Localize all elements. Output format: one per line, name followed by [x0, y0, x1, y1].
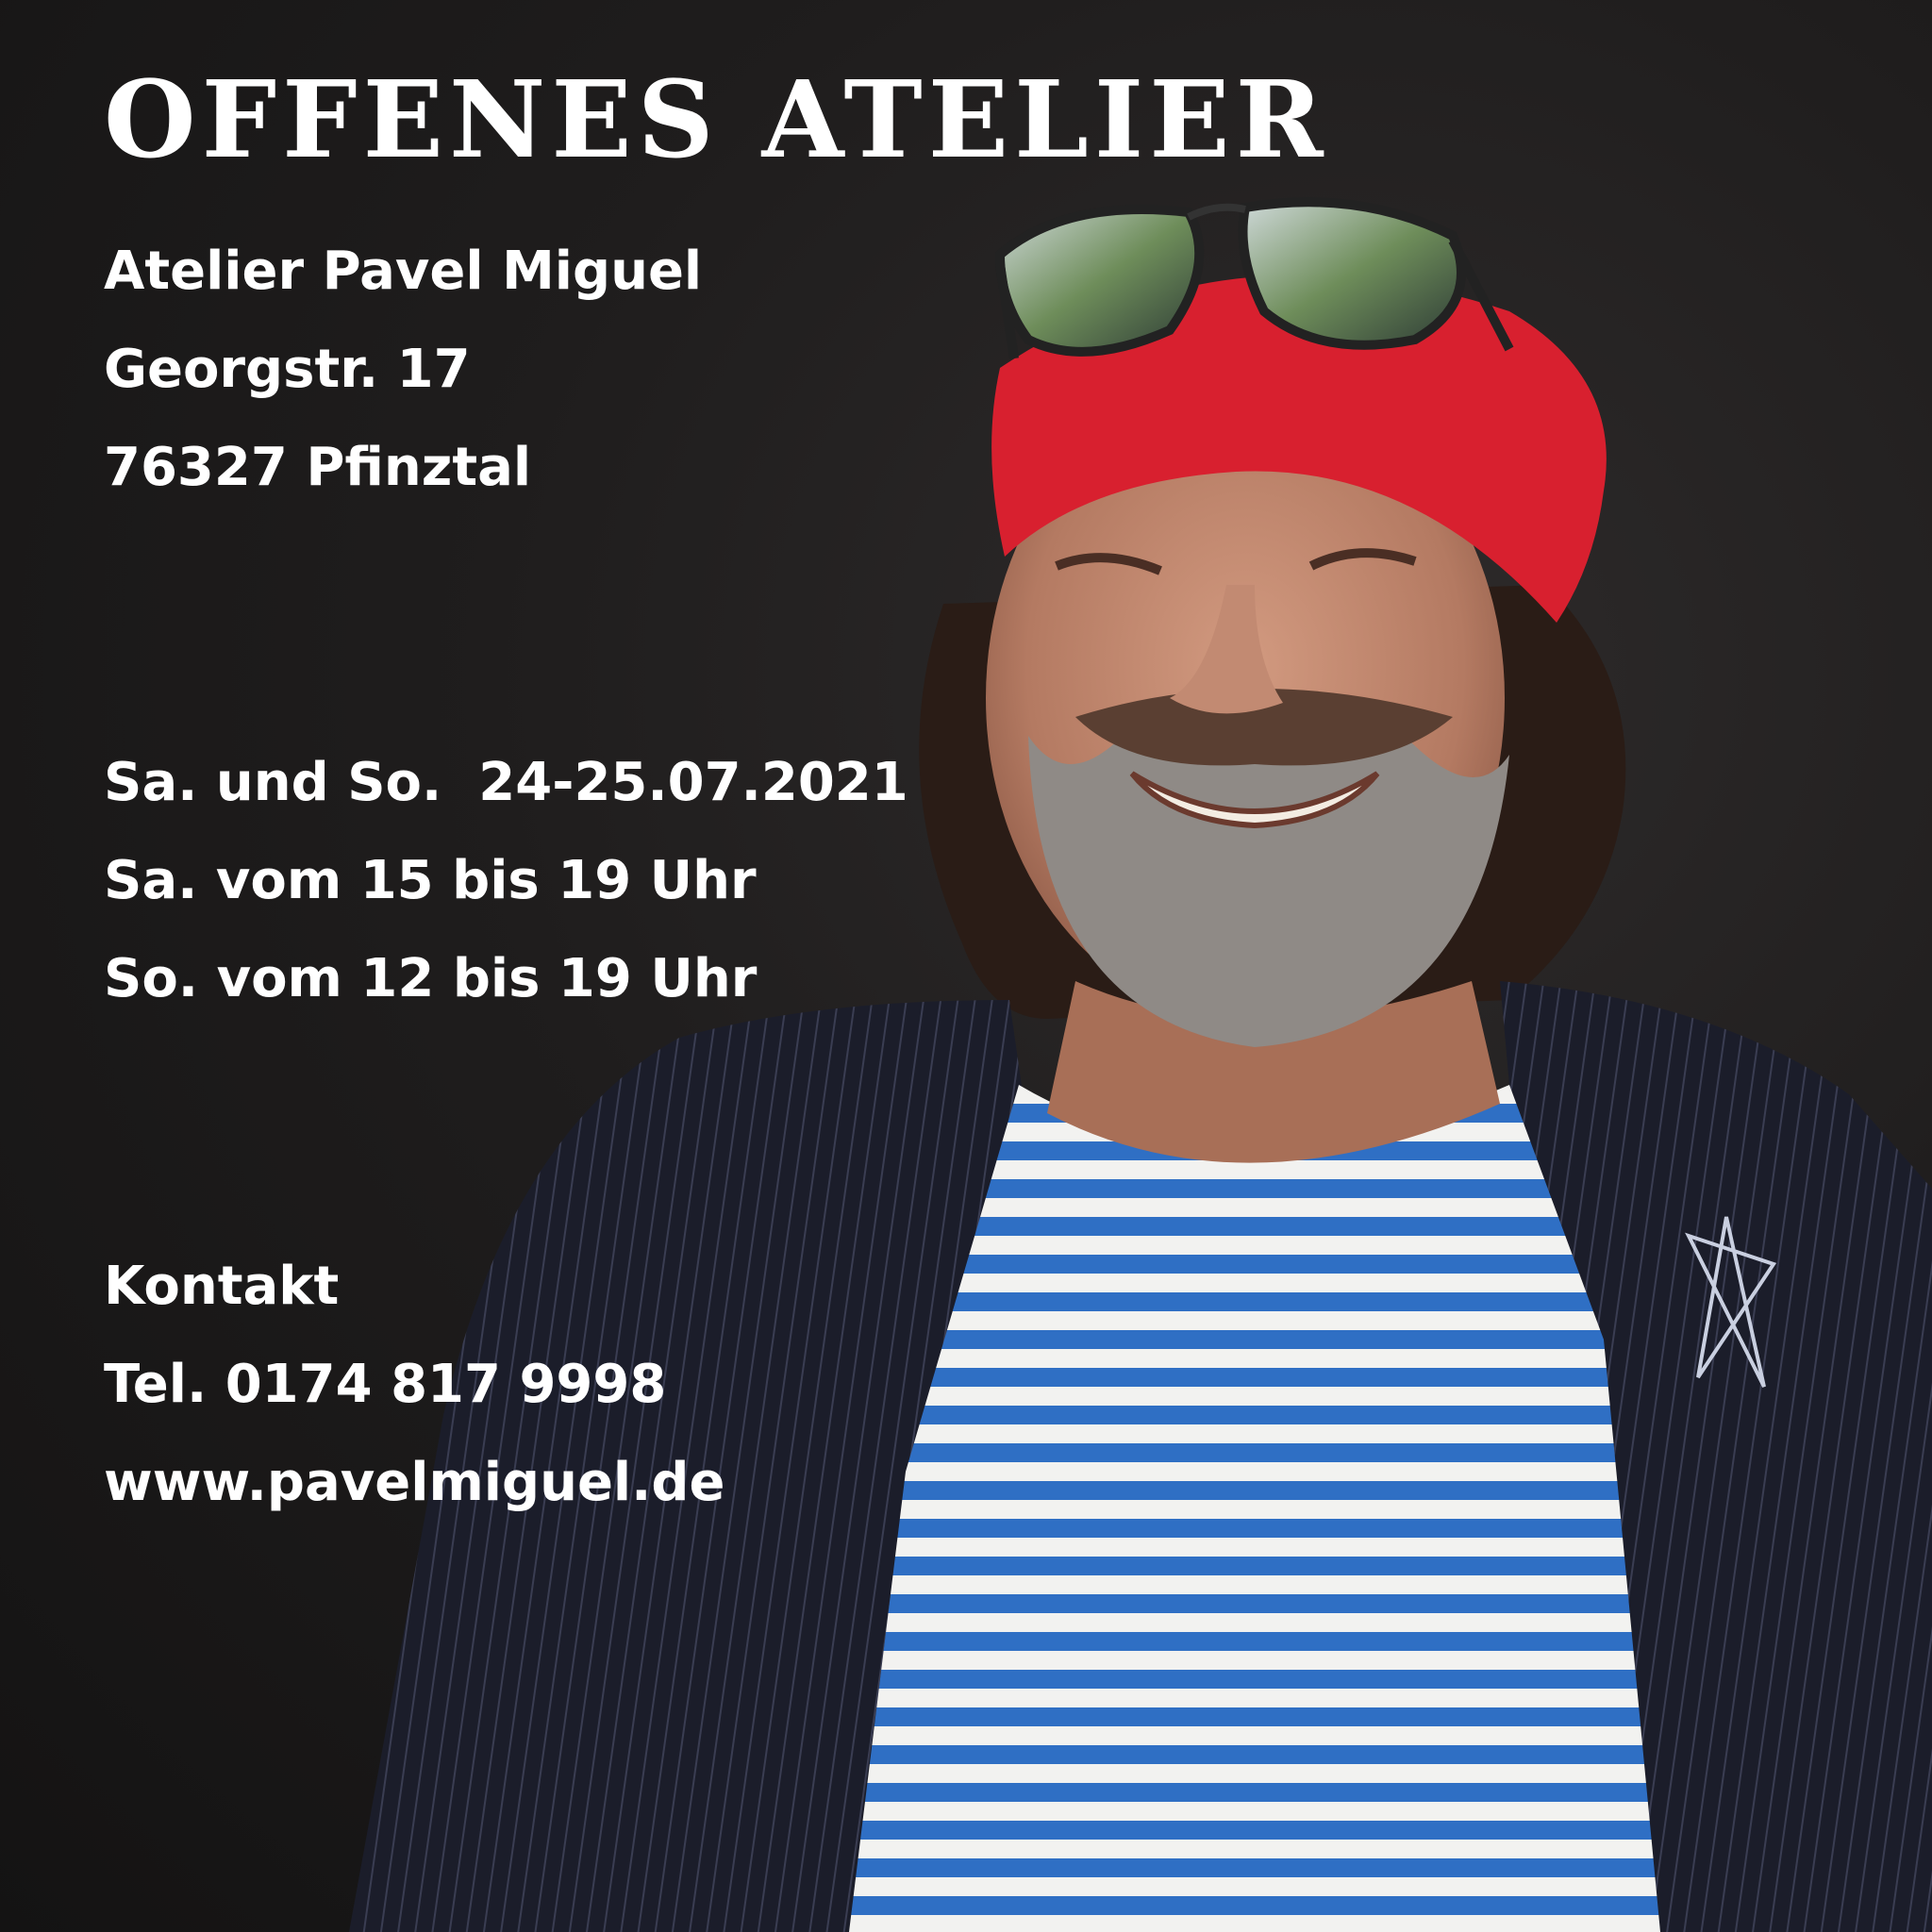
phone-number: Tel. 0174 817 9998 — [104, 1354, 667, 1415]
website-url: www.pavelmiguel.de — [104, 1452, 725, 1513]
contact-heading: Kontakt — [104, 1256, 340, 1317]
contact-block: Kontakt Tel. 0174 817 9998 www.pavelmigu… — [104, 1238, 724, 1532]
headline: OFFENES ATELIER — [104, 58, 1329, 182]
saturday-hours: Sa. vom 15 bis 19 Uhr — [104, 850, 757, 911]
address-block: Atelier Pavel Miguel Georgstr. 17 76327 … — [104, 223, 702, 517]
postal-city: 76327 Pfinztal — [104, 437, 532, 498]
street-address: Georgstr. 17 — [104, 339, 471, 400]
sunday-hours: So. vom 12 bis 19 Uhr — [104, 948, 758, 1009]
schedule-block: Sa. und So. 24-25.07.2021 Sa. vom 15 bis… — [104, 734, 908, 1028]
event-dates: Sa. und So. 24-25.07.2021 — [104, 752, 908, 813]
atelier-name: Atelier Pavel Miguel — [104, 241, 703, 302]
